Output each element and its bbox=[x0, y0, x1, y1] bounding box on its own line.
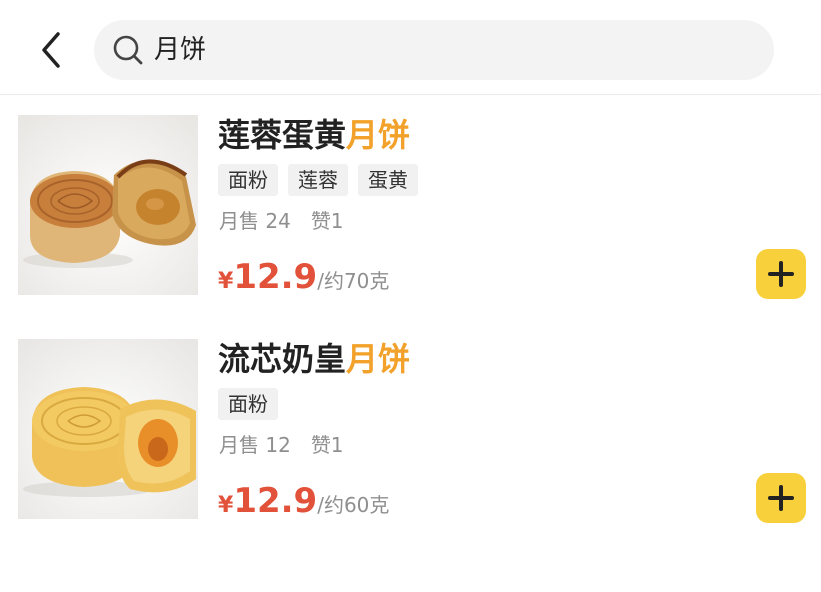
price-row: ¥12.9/约70克 bbox=[218, 255, 389, 305]
price-unit: /约60克 bbox=[317, 493, 390, 517]
ingredient-tag: 面粉 bbox=[218, 164, 278, 196]
product-name: 莲蓉蛋黄 bbox=[218, 116, 347, 154]
top-bar bbox=[0, 0, 821, 95]
ingredient-tags: 面粉 bbox=[218, 388, 278, 420]
plus-icon bbox=[768, 485, 794, 511]
price-row: ¥12.9/约60克 bbox=[218, 479, 389, 529]
product-title[interactable]: 莲蓉蛋黄月饼 bbox=[218, 115, 410, 155]
ingredient-tag: 蛋黄 bbox=[358, 164, 418, 196]
plus-icon bbox=[768, 261, 794, 287]
back-button[interactable] bbox=[34, 26, 68, 74]
chevron-left-icon bbox=[42, 32, 60, 68]
ingredient-tag: 面粉 bbox=[218, 388, 278, 420]
product-name-highlight: 月饼 bbox=[346, 340, 411, 378]
product-item[interactable]: 流芯奶皇月饼 面粉 月售 12 赞1 ¥12.9/约60克 bbox=[0, 339, 821, 539]
product-name: 流芯奶皇 bbox=[218, 340, 347, 378]
like-count: 赞1 bbox=[310, 433, 344, 457]
add-to-cart-button[interactable] bbox=[756, 473, 806, 523]
ingredient-tags: 面粉 莲蓉 蛋黄 bbox=[218, 164, 418, 196]
price-unit: /约70克 bbox=[317, 269, 390, 293]
product-item[interactable]: 莲蓉蛋黄月饼 面粉 莲蓉 蛋黄 月售 24 赞1 ¥12.9/约70克 bbox=[0, 115, 821, 315]
currency-symbol: ¥ bbox=[218, 269, 234, 294]
product-image[interactable] bbox=[18, 339, 198, 519]
mooncake-image bbox=[18, 339, 198, 519]
product-stats: 月售 12 赞1 bbox=[219, 432, 344, 458]
search-icon bbox=[113, 35, 143, 65]
currency-symbol: ¥ bbox=[218, 493, 234, 518]
monthly-sales: 月售 24 bbox=[219, 209, 291, 233]
monthly-sales: 月售 12 bbox=[219, 433, 291, 457]
product-title[interactable]: 流芯奶皇月饼 bbox=[218, 339, 410, 379]
price-value: 12.9 bbox=[233, 257, 318, 297]
ingredient-tag: 莲蓉 bbox=[288, 164, 348, 196]
mooncake-image bbox=[18, 115, 198, 295]
price-value: 12.9 bbox=[233, 481, 318, 521]
search-bar[interactable] bbox=[94, 20, 774, 80]
product-stats: 月售 24 赞1 bbox=[219, 208, 344, 234]
search-input[interactable] bbox=[154, 20, 754, 80]
product-image[interactable] bbox=[18, 115, 198, 295]
like-count: 赞1 bbox=[310, 209, 344, 233]
product-name-highlight: 月饼 bbox=[346, 116, 411, 154]
add-to-cart-button[interactable] bbox=[756, 249, 806, 299]
